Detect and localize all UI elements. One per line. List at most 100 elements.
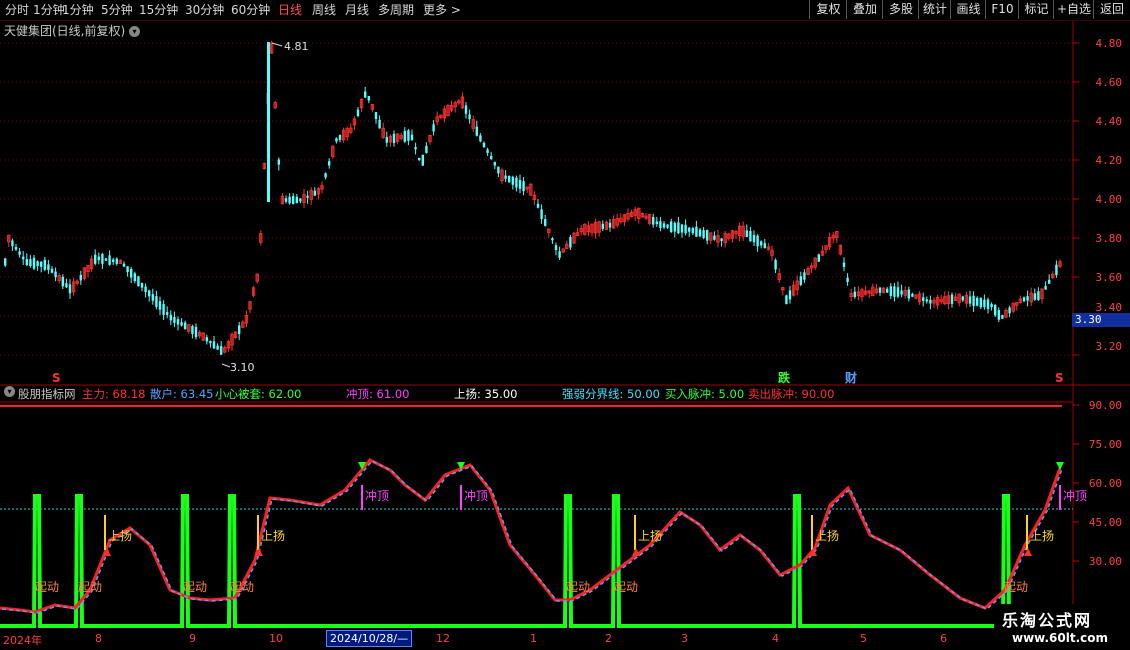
candle-body-down [763, 243, 766, 249]
start-label: 起动 [35, 580, 59, 594]
candle-body-down [698, 229, 702, 237]
candle-body-down [162, 304, 165, 315]
price-tick: 4.80 [1095, 37, 1123, 50]
candle-body-down [378, 120, 381, 129]
candle-body-down [785, 295, 788, 305]
candle-body-down [176, 319, 180, 325]
start-label: 起动 [78, 580, 102, 594]
candle-body-down [14, 246, 18, 250]
candle-body-down [418, 157, 421, 161]
date-label: 6 [940, 632, 947, 645]
start-label: 起动 [614, 580, 638, 594]
candle-body-down [385, 137, 388, 143]
candle-body-down [392, 133, 396, 144]
indicator-tick: 45.00 [1088, 516, 1122, 529]
candle-body-down [328, 161, 331, 166]
candle-body-down [1022, 297, 1026, 302]
candle-body-down [410, 134, 414, 141]
candle-body-down [133, 273, 136, 282]
watermark-title: 乐淘公式网 [1002, 611, 1093, 630]
candle-body-down [508, 175, 511, 183]
start-label: 起动 [566, 580, 590, 594]
candle-body-down [11, 240, 14, 247]
candle-body-down [364, 91, 367, 98]
candle-body-down [101, 254, 104, 264]
event-marker: 跌 [778, 370, 791, 385]
candle-body-down [194, 326, 198, 338]
candle-body-down [706, 230, 709, 241]
candle-body-down [61, 276, 64, 287]
candle-body-down [853, 291, 856, 298]
indicator-name[interactable]: 股朋指标网 [18, 386, 76, 402]
field-retail: 散户: 63.45 [150, 387, 214, 401]
candle-body-down [900, 290, 903, 295]
candle-body-down [979, 297, 982, 308]
candle-body-down [752, 234, 756, 243]
candle-body-down [540, 209, 543, 219]
candle-body-down [659, 221, 662, 229]
watermark-url: www.60lt.com [1012, 631, 1109, 645]
low-marker-line [221, 363, 231, 368]
candle-body-down [122, 263, 126, 267]
candle-body-down [421, 154, 424, 166]
candle-body-down [158, 301, 162, 310]
candle-body-down [950, 294, 954, 304]
candle-body-down [79, 274, 82, 281]
top-label: 冲顶 [464, 488, 488, 503]
candle-body-down [554, 245, 558, 250]
candle-body-down [18, 251, 21, 255]
field-buy-pulse: 买入脉冲: 5.00 [665, 387, 745, 401]
candle-body-down [1048, 279, 1051, 284]
candle-body-down [986, 299, 990, 309]
price-tick: 4.60 [1095, 76, 1123, 89]
candle-body-down [25, 259, 28, 266]
candle-body-down [414, 147, 417, 150]
candle-body-down [299, 198, 302, 202]
candle-body-down [112, 259, 115, 262]
candle-body-down [691, 227, 694, 234]
candle-body-down [50, 268, 54, 273]
main-force-line [0, 458, 1062, 614]
chevron-down-icon[interactable]: ▾ [4, 386, 15, 397]
sell-arrow-icon [1056, 462, 1064, 470]
candle-body-down [482, 142, 486, 148]
candle-body-down [1055, 264, 1058, 276]
candle-body-down [688, 227, 691, 232]
candle-body-down [220, 346, 223, 355]
candle-body-down [40, 261, 43, 267]
candle-body-down [662, 223, 666, 228]
start-label: 起动 [1004, 580, 1028, 594]
top-label: 冲顶 [1063, 488, 1087, 503]
date-cursor: 2024/10/28/— [326, 630, 413, 647]
rise-label: 上扬 [815, 528, 839, 543]
field-main-force: 主力: 68.18 [82, 387, 146, 401]
candle-body-down [338, 134, 342, 140]
candle-body-down [929, 299, 932, 304]
candle-body-down [277, 159, 280, 165]
candle-body-down [968, 296, 972, 304]
candle-body-down [842, 262, 846, 267]
candle-body-down [756, 235, 759, 247]
candle-body-down [140, 282, 144, 288]
candle-body-down [367, 95, 370, 101]
date-label: 2024年 [3, 634, 42, 647]
candle-body-down [486, 149, 489, 153]
candle-body-down [544, 219, 547, 226]
candle-body-down [886, 288, 889, 293]
field-divide: 强弱分界线: 50.00 [562, 387, 660, 401]
price-tick: 4.40 [1095, 115, 1123, 128]
candle-spike [267, 42, 270, 202]
current-price-tag: 3.30 [1072, 313, 1130, 327]
candle-body-down [522, 181, 525, 192]
candle-body-down [184, 322, 187, 330]
candle-body-down [760, 241, 763, 246]
rise-label: 上扬 [1030, 528, 1054, 543]
indicator-tick: 75.00 [1088, 438, 1122, 451]
candle-body-down [878, 287, 882, 293]
candle-body-down [108, 255, 111, 265]
field-trap: 小心被套: 62.00 [215, 387, 302, 401]
candle-body-down [115, 258, 118, 264]
candle-body-down [497, 166, 500, 174]
candlestick-chart[interactable]: 4.81 3.10 S 跌 财 S 上扬 上扬 上扬 上扬 上扬起动 起动 起动 起动 起动 起动 起动 冲顶 冲… [0, 0, 1130, 650]
indicator-tick: 90.00 [1088, 399, 1122, 412]
